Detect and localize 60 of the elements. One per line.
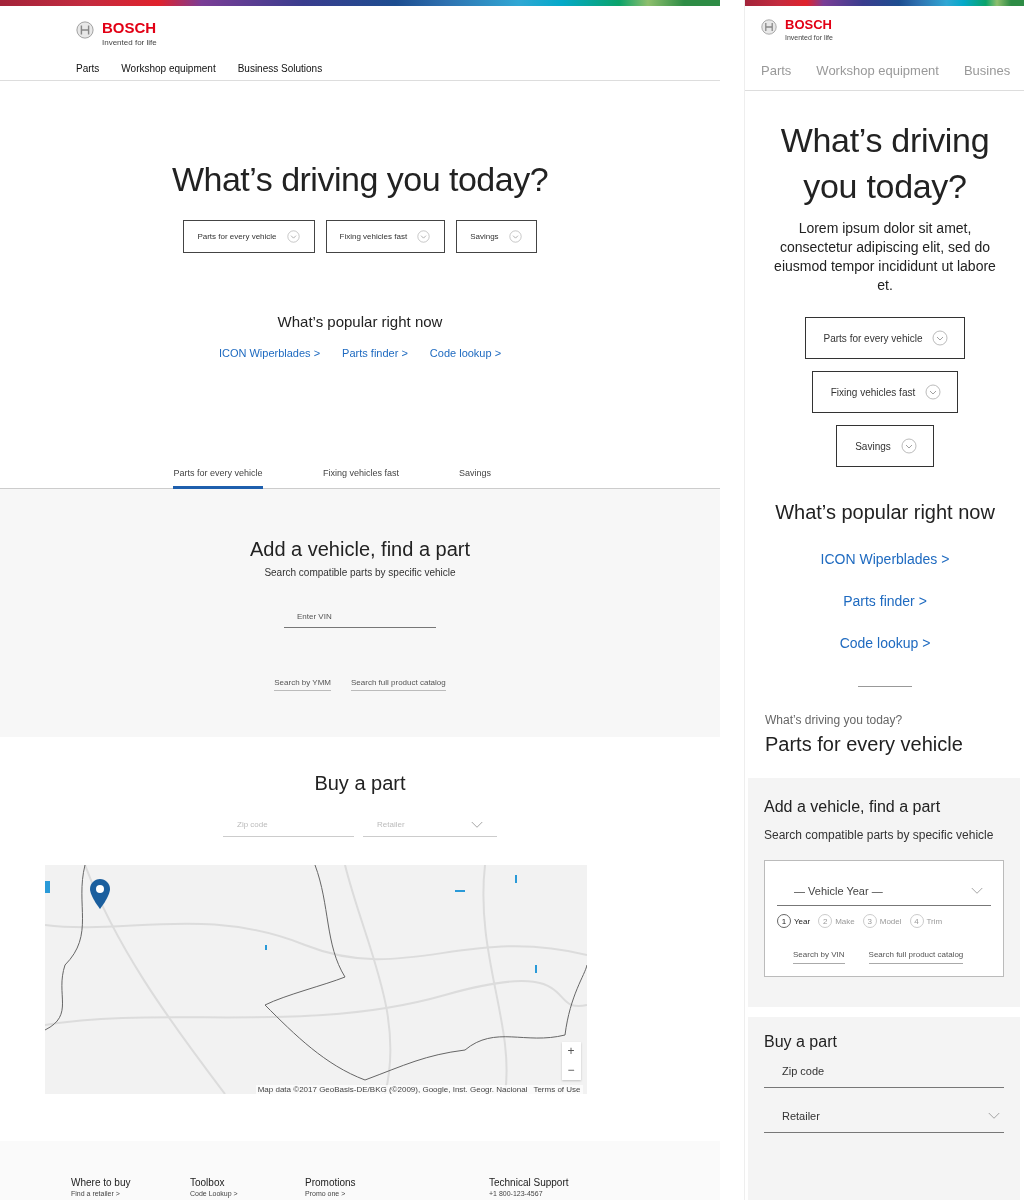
section-eyebrow: What’s driving you today?: [765, 713, 903, 727]
footer-heading: Toolbox: [190, 1177, 226, 1188]
brand-name[interactable]: BOSCH: [785, 18, 833, 32]
section-title: Parts for every vehicle: [765, 733, 963, 756]
hero-text: Lorem ipsum dolor sit amet, consectetur adipiscing elit, sed do eiusmod tempor incididunt ut labore et.: [773, 219, 997, 295]
popular-link[interactable]: Parts finder >: [342, 345, 408, 361]
topic-button[interactable]: Savings: [836, 425, 934, 467]
popular-link[interactable]: Code lookup >: [429, 345, 502, 361]
hero-title: What’s driving you today?: [171, 159, 549, 199]
popular-link[interactable]: Parts finder >: [843, 591, 927, 611]
chevron-down-icon: [508, 230, 522, 243]
topic-button[interactable]: Parts for every vehicle: [804, 317, 966, 359]
vin-field[interactable]: Enter VIN: [284, 606, 436, 628]
vehicle-year-select[interactable]: — Vehicle Year —: [777, 879, 991, 906]
panel-title: Buy a part: [764, 1033, 838, 1051]
chevron-down-icon: [971, 887, 983, 895]
section-title: Add a vehicle, find a part: [249, 537, 471, 561]
brand-tagline: Invented for life: [102, 38, 157, 47]
search-link[interactable]: Search full product catalog: [351, 678, 446, 691]
footer-heading: Where to buy: [71, 1177, 132, 1188]
section-title: Buy a part: [314, 771, 406, 795]
hero-title: What’s driving you today?: [779, 120, 991, 207]
tab[interactable]: Savings: [459, 468, 492, 489]
nav-link[interactable]: Workshop equipment: [121, 63, 216, 74]
chevron-down-icon: [900, 438, 917, 454]
brand-name[interactable]: BOSCH: [102, 20, 157, 36]
chevron-down-icon: [988, 1112, 1000, 1120]
nav-link[interactable]: Parts: [76, 63, 100, 74]
zip-code-field[interactable]: Zip code: [764, 1051, 1004, 1088]
logo-icon: [761, 19, 777, 35]
popular-link[interactable]: ICON Wiperblades >: [218, 345, 321, 361]
map-attribution: Map data ©2017 GeoBasis-DE/BKG (©2009), Google, Inst. Geogr. Nacional: [257, 1085, 528, 1094]
chevron-down-icon: [932, 330, 949, 346]
topic-button[interactable]: Fixing vehicles fast: [811, 371, 959, 413]
terms-link[interactable]: Terms of Use: [533, 1085, 581, 1094]
chevron-down-icon: [417, 230, 431, 243]
retailer-select[interactable]: Retailer: [764, 1096, 1004, 1133]
search-link[interactable]: Search by VIN: [793, 950, 845, 964]
nav-link[interactable]: Business Solutions: [237, 63, 323, 74]
search-link[interactable]: Search by YMM: [274, 678, 331, 691]
topic-button[interactable]: Savings: [456, 220, 537, 253]
topic-button[interactable]: Parts for every vehicle: [183, 220, 315, 253]
panel-title: Add a vehicle, find a part: [764, 798, 942, 816]
popular-link[interactable]: Code lookup >: [839, 633, 931, 653]
search-link[interactable]: Search full product catalog: [868, 950, 964, 964]
panel-subtitle: Search compatible parts by specific vehicle: [764, 828, 995, 842]
logo-icon: [76, 21, 94, 39]
chevron-down-icon: [925, 384, 942, 400]
tab[interactable]: Fixing vehicles fast: [323, 468, 400, 489]
chevron-down-icon: [286, 230, 300, 243]
footer-heading: Promotions: [305, 1177, 357, 1188]
step-label[interactable]: Year: [794, 916, 811, 926]
section-subtitle: Search compatible parts by specific vehicle: [264, 567, 456, 578]
popular-title: What’s popular right now: [775, 501, 995, 524]
topic-button[interactable]: Fixing vehicles fast: [325, 220, 446, 253]
popular-link[interactable]: ICON Wiperblades >: [820, 549, 950, 569]
footer-heading: Technical Support: [489, 1177, 569, 1188]
map-pin-icon[interactable]: [89, 879, 110, 909]
chevron-down-icon: [471, 820, 483, 829]
popular-title: What’s popular right now: [277, 312, 443, 332]
